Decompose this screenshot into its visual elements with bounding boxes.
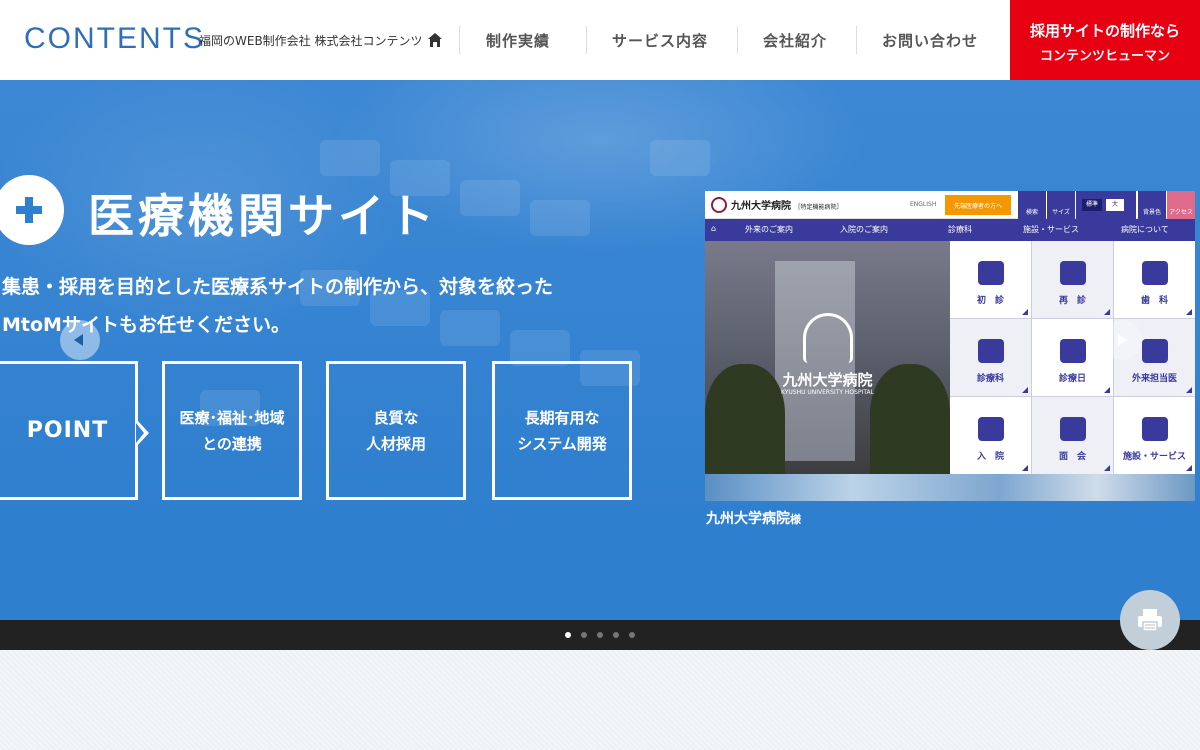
case-hospital-name: 九州大学病院 ［特定機能病院］ (731, 201, 843, 212)
site-logo[interactable]: CONTENTS (24, 22, 205, 56)
slider-pagination (0, 620, 1200, 650)
point-item-system: 長期有用なシステム開発 (492, 361, 632, 500)
case-grid-cell: 入 院 (950, 397, 1031, 474)
case-grid-cell: 歯 科 (1114, 241, 1195, 318)
case-hospital-photo: 九州大学病院 KYUSHU UNIVERSITY HOSPITAL (705, 241, 950, 474)
nav-divider (586, 26, 587, 54)
case-grid-cell: 面 会 (1032, 397, 1113, 474)
case-photo-subtitle: KYUSHU UNIVERSITY HOSPITAL (780, 389, 874, 396)
case-nav-item: 病院について (1121, 225, 1169, 234)
case-grid-cell: 初 診 (950, 241, 1031, 318)
point-line: 良質な (373, 408, 419, 427)
printer-icon[interactable] (1120, 590, 1180, 650)
slider-dot[interactable] (565, 632, 571, 638)
recruit-cta-line1: 採用サイトの制作なら (1029, 22, 1180, 40)
nav-item-services[interactable]: サービス内容 (612, 30, 708, 51)
case-orange-button: 先端医療者の方へ (945, 195, 1011, 215)
point-line: システム開発 (517, 434, 607, 453)
nav-item-contact[interactable]: お問い合わせ (882, 30, 978, 51)
case-grid-cell: 診療科 (950, 319, 1031, 396)
nav-divider (856, 26, 857, 54)
case-nav-item: 外来のご案内 (745, 225, 793, 234)
case-english-link: ENGLISH (910, 201, 937, 208)
case-nav-item: 入院のご案内 (840, 225, 888, 234)
home-icon[interactable] (420, 28, 450, 52)
case-size-icon: サイズ (1047, 191, 1075, 219)
case-color-icon: 背景色 (1138, 191, 1166, 219)
case-search-icon: 検索 (1018, 191, 1046, 219)
case-nav-item: 診療科 (948, 225, 972, 234)
point-line: 医療･福祉･地域 (179, 408, 285, 427)
case-nav: ⌂ 外来のご案内 入院のご案内 診療科 施設・サービス 病院について (705, 219, 1195, 241)
lower-section-background (0, 650, 1200, 750)
slider-prev-button[interactable] (60, 320, 100, 360)
hospital-emblem-icon (803, 313, 853, 363)
slider-dot[interactable] (613, 632, 619, 638)
nav-divider (737, 26, 738, 54)
slider-next-button[interactable] (1102, 320, 1142, 360)
case-access-icon: アクセス (1167, 191, 1195, 219)
point-label-box: POINT (0, 361, 149, 500)
hero-slider: 医療機関サイト 集患・採用を目的とした医療系サイトの制作から、対象を絞った Mt… (0, 80, 1200, 620)
nav-divider (459, 26, 460, 54)
hero-description-line1: 集患・採用を目的とした医療系サイトの制作から、対象を絞った (2, 276, 554, 298)
point-line: との連携 (202, 434, 262, 453)
site-header: CONTENTS 福岡のWEB制作会社 株式会社コンテンツ 制作実績 サービス内… (0, 0, 1200, 80)
point-item-recruitment: 良質な 人材採用 (326, 361, 466, 500)
point-line: 人材採用 (365, 434, 426, 453)
case-font-size-toggle: 標準 大 (1076, 191, 1136, 219)
recruit-site-button[interactable]: 採用サイトの制作なら コンテンツヒューマン (1010, 0, 1200, 80)
hospital-logo-icon (711, 197, 727, 213)
slider-dot[interactable] (581, 632, 587, 638)
slider-dot[interactable] (629, 632, 635, 638)
point-item-collaboration: 医療･福祉･地域 との連携 (162, 361, 302, 500)
point-label: POINT (26, 418, 109, 443)
site-tagline: 福岡のWEB制作会社 株式会社コンテンツ (199, 34, 423, 48)
nav-item-company[interactable]: 会社紹介 (763, 30, 827, 51)
case-nav-item: 施設・サービス (1023, 225, 1079, 234)
case-photo-title: 九州大学病院 (782, 371, 873, 389)
case-home-icon: ⌂ (711, 224, 717, 233)
slider-dot[interactable] (597, 632, 603, 638)
recruit-cta-line2: コンテンツヒューマン (1039, 49, 1170, 64)
case-caption[interactable]: 九州大学病院様 (706, 508, 801, 528)
case-grid-cell: 診療日 (1032, 319, 1113, 396)
point-line: 長期有用な (524, 408, 600, 427)
hero-title: 医療機関サイト (88, 189, 438, 243)
case-staff-photo-strip (705, 474, 1195, 501)
nav-item-works[interactable]: 制作実績 (486, 30, 550, 51)
case-grid-cell: 施設・サービス (1114, 397, 1195, 474)
case-grid-cell: 再 診 (1032, 241, 1113, 318)
case-header: 九州大学病院 ［特定機能病院］ ENGLISH 先端医療者の方へ 検索 サイズ … (705, 191, 1195, 219)
case-menu-grid: 初 診 再 診 歯 科 診療科 診療日 外来担当医 入 院 面 会 施設・サービ… (950, 241, 1195, 474)
